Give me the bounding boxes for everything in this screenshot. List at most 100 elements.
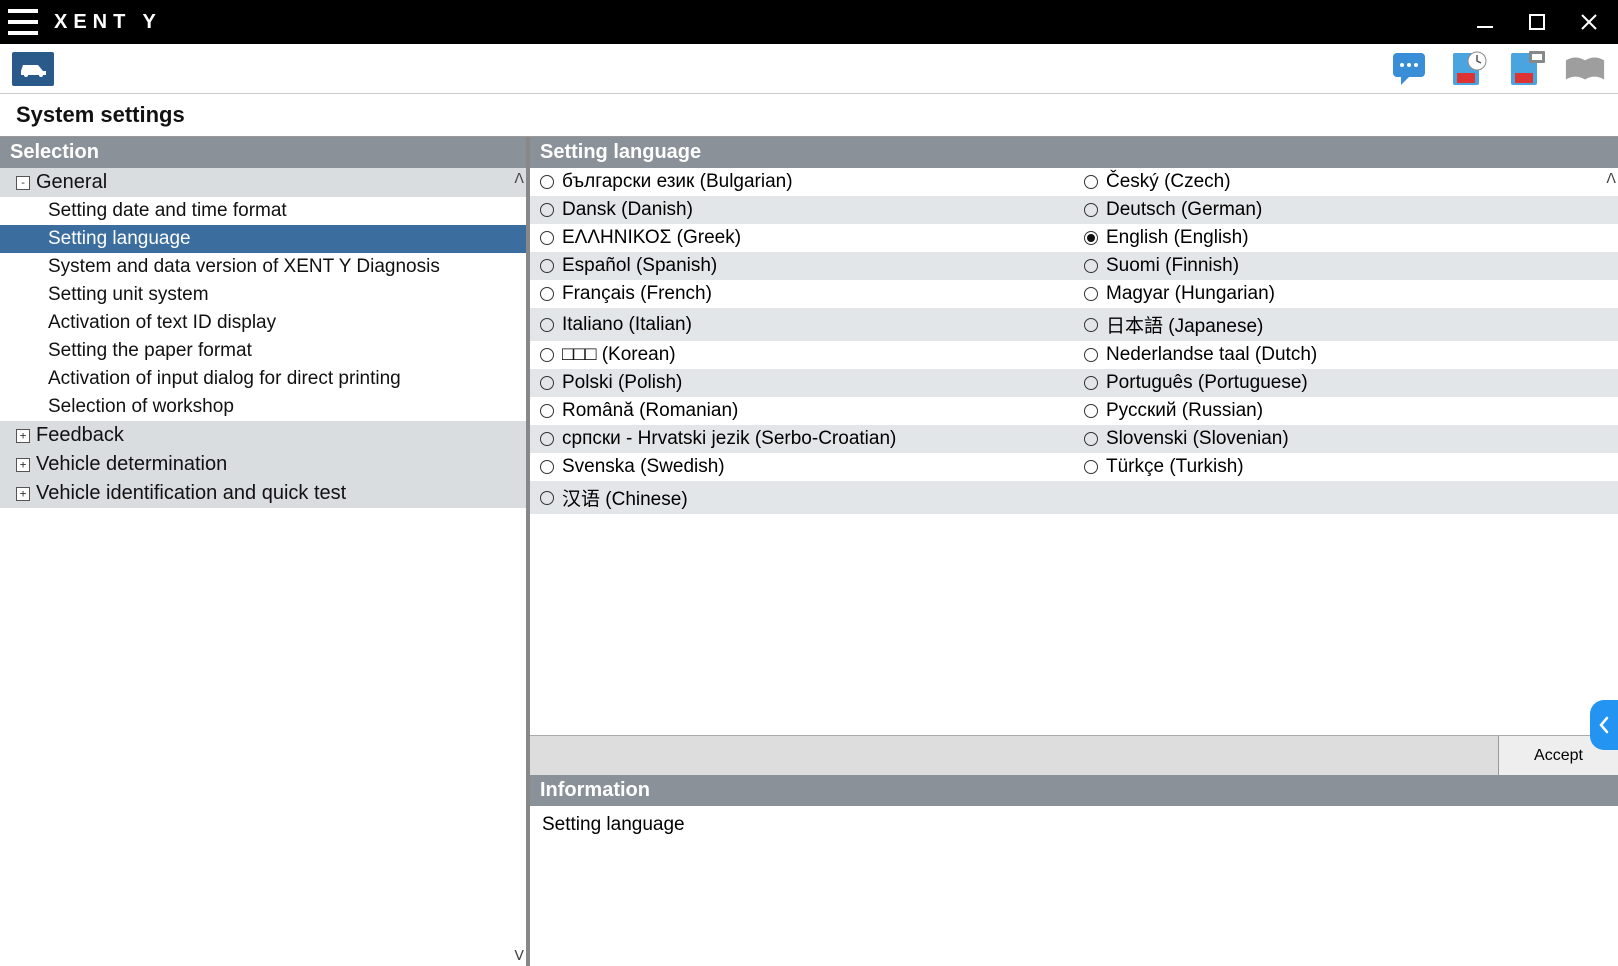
main-split: Selection ᐱ ᐯ -GeneralSetting date and t…	[0, 136, 1618, 966]
vehicle-button[interactable]	[12, 52, 54, 86]
radio-icon[interactable]	[540, 287, 554, 301]
language-option[interactable]: Suomi (Finnish)	[1074, 252, 1618, 280]
language-option[interactable]: српски - Hrvatski jezik (Serbo-Croatian)	[530, 425, 1074, 453]
radio-icon[interactable]	[1084, 203, 1098, 217]
radio-icon[interactable]	[1084, 175, 1098, 189]
expand-icon[interactable]: +	[16, 458, 30, 472]
chat-icon[interactable]	[1390, 49, 1432, 89]
tree-node[interactable]: +Feedback	[0, 421, 526, 450]
tree-child[interactable]: Setting the paper format	[0, 337, 526, 365]
language-option[interactable]: Deutsch (German)	[1074, 196, 1618, 224]
language-option[interactable]: Svenska (Swedish)	[530, 453, 1074, 481]
radio-icon[interactable]	[540, 491, 554, 505]
language-row: Svenska (Swedish) Türkçe (Turkish)	[530, 453, 1618, 481]
language-option	[1074, 481, 1618, 514]
language-option[interactable]: Dansk (Danish)	[530, 196, 1074, 224]
language-row: □□□ (Korean) Nederlandse taal (Dutch)	[530, 341, 1618, 369]
tree-child[interactable]: Activation of text ID display	[0, 309, 526, 337]
radio-icon[interactable]	[540, 348, 554, 362]
radio-icon[interactable]	[540, 259, 554, 273]
radio-icon[interactable]	[1084, 287, 1098, 301]
radio-icon[interactable]	[1084, 348, 1098, 362]
radio-icon[interactable]	[540, 376, 554, 390]
language-option[interactable]: Italiano (Italian)	[530, 308, 1074, 341]
radio-icon[interactable]	[1084, 432, 1098, 446]
language-label: Português (Portuguese)	[1106, 372, 1308, 394]
language-label: Русский (Russian)	[1106, 400, 1263, 422]
information-body: Setting language	[530, 806, 1618, 966]
tree-node[interactable]: +Vehicle determination	[0, 450, 526, 479]
side-tab-button[interactable]	[1590, 700, 1618, 750]
menu-icon[interactable]	[8, 9, 38, 35]
language-option[interactable]: Magyar (Hungarian)	[1074, 280, 1618, 308]
book-icon[interactable]	[1564, 49, 1606, 89]
radio-icon[interactable]	[540, 231, 554, 245]
radio-icon[interactable]	[540, 175, 554, 189]
pdf-history-icon[interactable]	[1448, 49, 1490, 89]
tree-node[interactable]: +Vehicle identification and quick test	[0, 479, 526, 508]
radio-icon[interactable]	[1084, 404, 1098, 418]
language-option[interactable]: Türkçe (Turkish)	[1074, 453, 1618, 481]
chevron-down-icon[interactable]: ᐯ	[514, 947, 524, 964]
radio-icon[interactable]	[1084, 376, 1098, 390]
tree-child[interactable]: Selection of workshop	[0, 393, 526, 421]
language-option[interactable]: Română (Romanian)	[530, 397, 1074, 425]
language-option[interactable]: ΕΛΛΗΝΙΚΟΣ (Greek)	[530, 224, 1074, 252]
tree-child[interactable]: Setting unit system	[0, 281, 526, 309]
radio-icon[interactable]	[1084, 259, 1098, 273]
language-label: Italiano (Italian)	[562, 314, 692, 336]
minimize-button[interactable]	[1474, 11, 1496, 33]
settings-tree[interactable]: ᐱ ᐯ -GeneralSetting date and time format…	[0, 168, 526, 966]
close-button[interactable]	[1578, 11, 1600, 33]
language-option[interactable]: □□□ (Korean)	[530, 341, 1074, 369]
language-label: Slovenski (Slovenian)	[1106, 428, 1289, 450]
tree-node[interactable]: -General	[0, 168, 526, 197]
setting-pane: Setting language ᐱ ᐯ български език (Bul…	[530, 137, 1618, 966]
selection-pane: Selection ᐱ ᐯ -GeneralSetting date and t…	[0, 137, 530, 966]
language-label: Español (Spanish)	[562, 255, 717, 277]
language-list[interactable]: ᐱ ᐯ български език (Bulgarian)Český (Cze…	[530, 168, 1618, 735]
language-option[interactable]: 汉语 (Chinese)	[530, 481, 1074, 514]
titlebar: XENT Y	[0, 0, 1618, 44]
language-option[interactable]: Slovenski (Slovenian)	[1074, 425, 1618, 453]
language-option[interactable]: Español (Spanish)	[530, 252, 1074, 280]
language-label: Suomi (Finnish)	[1106, 255, 1239, 277]
tree-child[interactable]: Setting date and time format	[0, 197, 526, 225]
expand-icon[interactable]: +	[16, 487, 30, 501]
tree-child[interactable]: System and data version of XENT Y Diagno…	[0, 253, 526, 281]
expand-icon[interactable]: +	[16, 429, 30, 443]
language-option[interactable]: български език (Bulgarian)	[530, 168, 1074, 196]
radio-icon[interactable]	[1084, 231, 1098, 245]
radio-icon[interactable]	[540, 404, 554, 418]
chevron-up-icon[interactable]: ᐱ	[514, 170, 524, 187]
radio-icon[interactable]	[540, 318, 554, 332]
chevron-up-icon[interactable]: ᐱ	[1606, 170, 1616, 187]
language-option[interactable]: 日本語 (Japanese)	[1074, 308, 1618, 341]
radio-icon[interactable]	[540, 203, 554, 217]
language-label: Český (Czech)	[1106, 171, 1231, 193]
maximize-button[interactable]	[1526, 11, 1548, 33]
radio-icon[interactable]	[540, 432, 554, 446]
language-option[interactable]: Polski (Polish)	[530, 369, 1074, 397]
language-option[interactable]: Français (French)	[530, 280, 1074, 308]
language-row: български език (Bulgarian) Český (Czech)	[530, 168, 1618, 196]
language-option[interactable]: English (English)	[1074, 224, 1618, 252]
language-option[interactable]: Nederlandse taal (Dutch)	[1074, 341, 1618, 369]
language-option[interactable]: Português (Portuguese)	[1074, 369, 1618, 397]
language-label: 日本語 (Japanese)	[1106, 311, 1263, 338]
pdf-print-icon[interactable]	[1506, 49, 1548, 89]
tree-child[interactable]: Activation of input dialog for direct pr…	[0, 365, 526, 393]
language-label: српски - Hrvatski jezik (Serbo-Croatian)	[562, 428, 896, 450]
language-row: Français (French) Magyar (Hungarian)	[530, 280, 1618, 308]
radio-icon[interactable]	[540, 460, 554, 474]
radio-icon[interactable]	[1084, 460, 1098, 474]
tree-child[interactable]: Setting language	[0, 225, 526, 253]
language-option[interactable]: Český (Czech)	[1074, 168, 1618, 196]
language-label: Türkçe (Turkish)	[1106, 456, 1244, 478]
language-label: Nederlandse taal (Dutch)	[1106, 344, 1317, 366]
radio-icon[interactable]	[1084, 318, 1098, 332]
language-label: Svenska (Swedish)	[562, 456, 725, 478]
collapse-icon[interactable]: -	[16, 176, 30, 190]
language-label: Français (French)	[562, 283, 712, 305]
language-option[interactable]: Русский (Russian)	[1074, 397, 1618, 425]
